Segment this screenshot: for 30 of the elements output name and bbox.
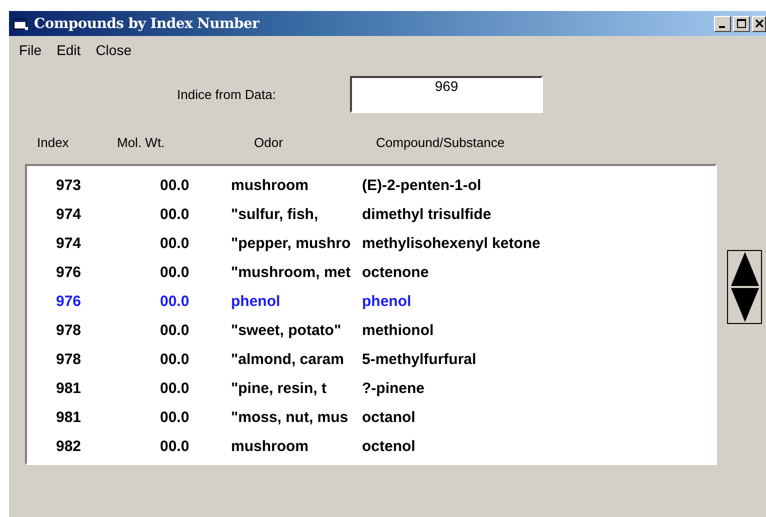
maximize-button[interactable] bbox=[733, 16, 750, 32]
window-icon bbox=[13, 16, 29, 30]
maximize-icon bbox=[736, 18, 746, 28]
close-icon bbox=[755, 18, 765, 28]
column-header: Compound/Substance bbox=[376, 135, 506, 152]
column-header: Mol. Wt. bbox=[117, 135, 166, 152]
list-row[interactable]: 976 00.0 "mushroom, met octenone bbox=[27, 258, 715, 287]
close-button[interactable] bbox=[752, 16, 766, 32]
list-row[interactable]: 978 00.0 "almond, caram 5-methylfurfural bbox=[27, 345, 715, 374]
menu-item[interactable]: Edit bbox=[50, 42, 89, 62]
list-row[interactable]: 978 00.0 "sweet, potato" methionol bbox=[27, 316, 715, 345]
up-triangle-icon bbox=[730, 251, 760, 287]
column-header: Odor bbox=[254, 135, 284, 152]
list-row[interactable]: 974 00.0 "pepper, mushro methylisohexenyl ketone bbox=[27, 229, 715, 258]
list-row[interactable]: 973 00.0 mushroom (E)-2-penten-1-ol bbox=[27, 171, 715, 200]
field-label: Indice from Data: bbox=[177, 86, 277, 102]
menu-item[interactable]: File bbox=[12, 42, 50, 62]
list-row[interactable]: 981 00.0 "moss, nut, mus octanol bbox=[27, 403, 715, 432]
list-row[interactable]: 981 00.0 "pine, resin, t ?-pinene bbox=[27, 374, 715, 403]
down-triangle-icon bbox=[730, 287, 760, 323]
minimize-icon bbox=[718, 26, 724, 28]
list-row[interactable]: 976 00.0 phenol phenol bbox=[27, 287, 715, 316]
list-row[interactable]: 974 00.0 "sulfur, fish, dimethyl trisulfide bbox=[27, 200, 715, 229]
spin-button[interactable] bbox=[727, 250, 762, 324]
column-header: Index bbox=[37, 135, 70, 152]
window-title: Compounds by Index Number bbox=[34, 16, 260, 32]
minimize-button[interactable] bbox=[714, 16, 731, 32]
list-row[interactable]: 982 00.0 mushroom octenol bbox=[27, 432, 715, 461]
index-field[interactable]: 969 bbox=[350, 76, 543, 112]
menu-item[interactable]: Close bbox=[88, 42, 140, 62]
